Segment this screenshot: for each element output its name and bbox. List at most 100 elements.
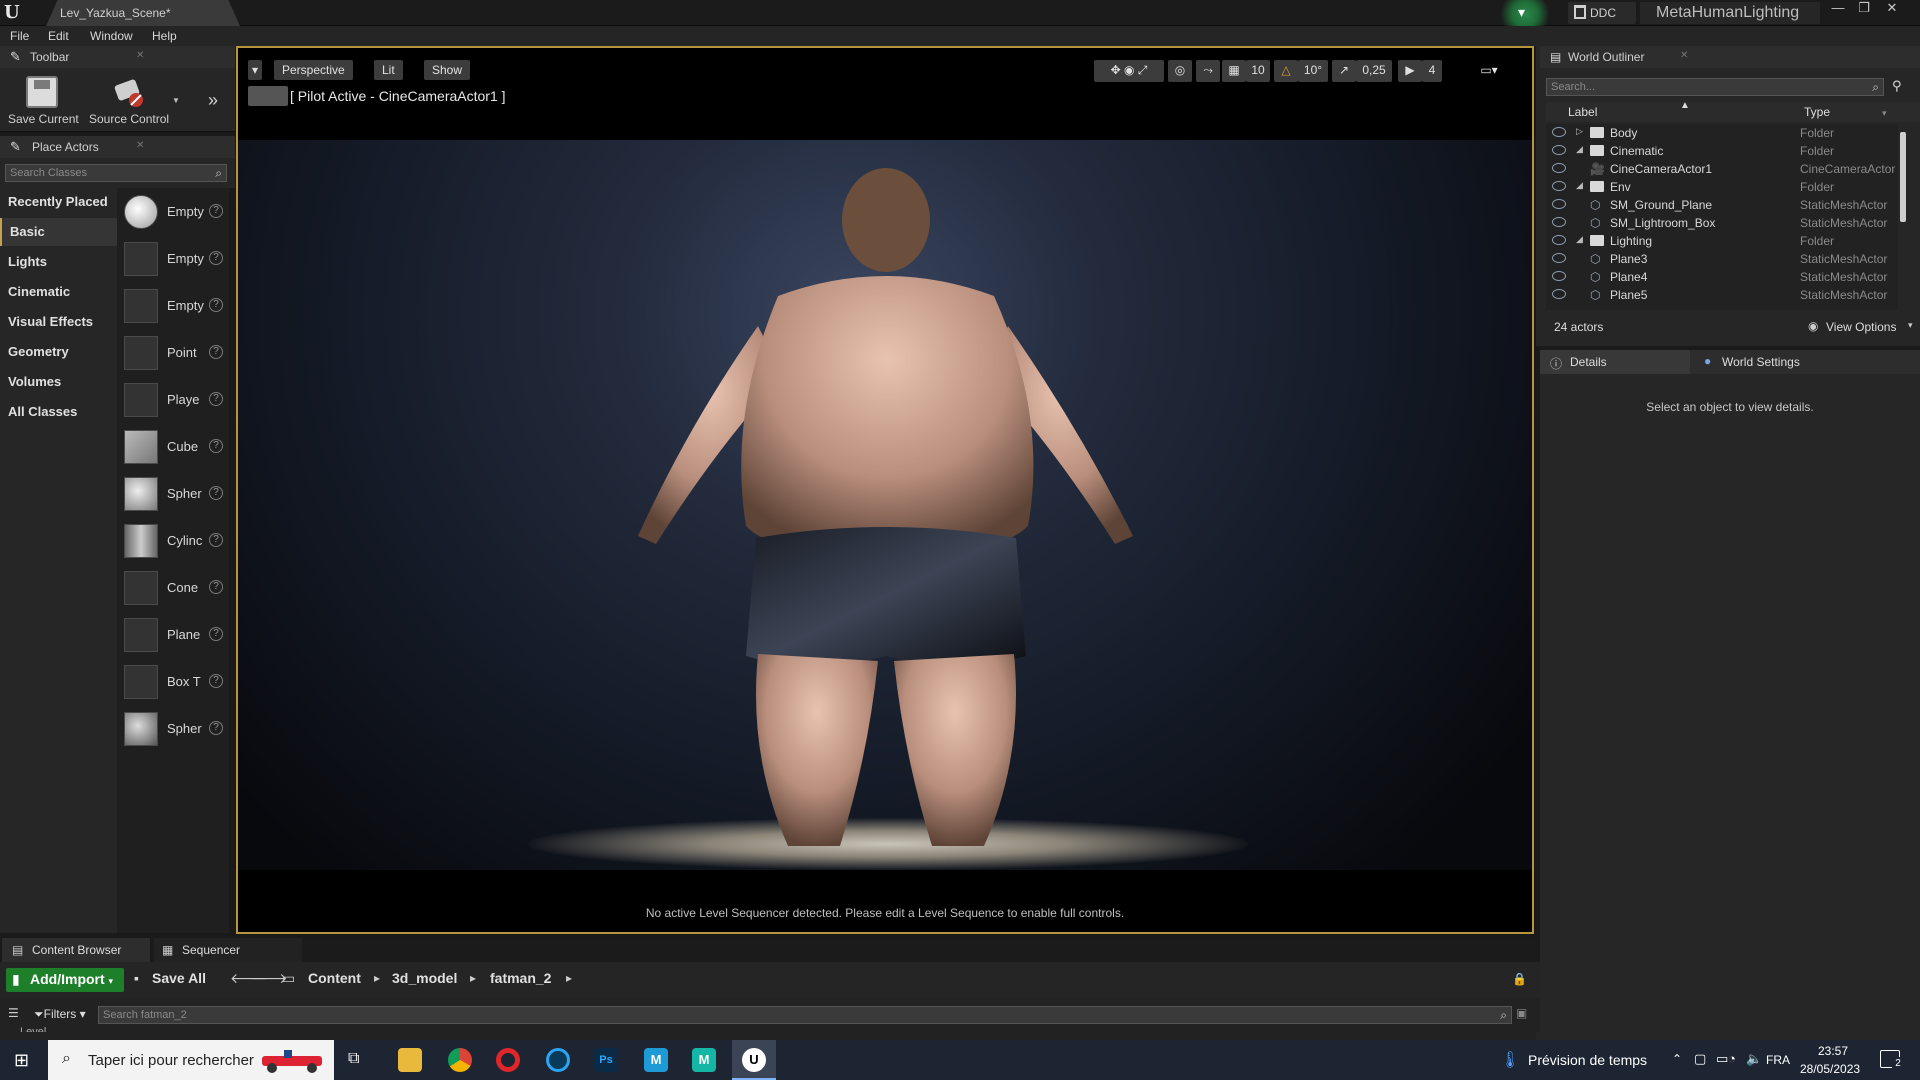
rotation-snap-icon[interactable]: △	[1274, 60, 1298, 82]
world-outliner-tab[interactable]: ▤ World Outliner ✕	[1540, 46, 1920, 68]
category-volumes[interactable]: Volumes	[0, 368, 117, 396]
category-basic[interactable]: Basic	[0, 218, 117, 246]
visibility-eye-icon[interactable]	[1552, 217, 1566, 227]
help-icon[interactable]: ?	[209, 674, 223, 688]
outliner-row[interactable]: 🎥 CineCameraActor1 CineCameraActor	[1546, 160, 1898, 178]
tab-details[interactable]: ⓘ Details	[1540, 350, 1690, 374]
actor-item-empty-pawn[interactable]: Empty ?	[117, 286, 229, 326]
chevron-down-icon[interactable]: ▾	[1908, 320, 1913, 331]
help-icon[interactable]: ?	[209, 533, 223, 547]
lock-icon[interactable]: 🔒	[1512, 972, 1527, 986]
marvelous-icon[interactable]: M	[692, 1048, 716, 1072]
close-icon[interactable]: ✕	[1880, 0, 1904, 16]
help-icon[interactable]: ?	[209, 251, 223, 265]
close-tab-icon[interactable]: ✕	[136, 140, 144, 151]
breadcrumb-separator-icon[interactable]: ▸	[470, 971, 476, 985]
category-lights[interactable]: Lights	[0, 248, 117, 276]
volume-icon[interactable]: 🔈	[1746, 1051, 1762, 1067]
category-geometry[interactable]: Geometry	[0, 338, 117, 366]
ccleaner-icon[interactable]	[546, 1048, 570, 1072]
viewport-options-dropdown[interactable]: ▾	[248, 60, 263, 80]
search-classes-input[interactable]	[10, 166, 200, 180]
outliner-row[interactable]: ◢ Lighting Folder	[1546, 232, 1898, 250]
category-visual-effects[interactable]: Visual Effects	[0, 308, 117, 336]
content-search-input[interactable]	[103, 1008, 1483, 1022]
photoshop-icon[interactable]: Ps	[594, 1048, 618, 1072]
windows-start-icon[interactable]: ⊞	[14, 1050, 29, 1071]
pin-icon[interactable]: ⚲	[1892, 78, 1902, 94]
column-type[interactable]: Type	[1804, 105, 1830, 119]
outliner-row[interactable]: ▷ Body Folder	[1546, 124, 1898, 142]
tray-chevron-up-icon[interactable]: ⌃	[1672, 1052, 1682, 1066]
eject-pilot-icon[interactable]	[248, 86, 288, 106]
outliner-row[interactable]: ⬡ Plane5 StaticMeshActor	[1546, 286, 1898, 304]
breadcrumb-content[interactable]: Content	[308, 970, 361, 986]
chevron-down-icon[interactable]: ▾	[1882, 108, 1887, 119]
save-search-icon[interactable]: ▣	[1516, 1006, 1527, 1020]
help-icon[interactable]: ?	[209, 721, 223, 735]
help-icon[interactable]: ?	[209, 204, 223, 218]
chevron-down-icon[interactable]: ▼	[172, 96, 180, 105]
perspective-button[interactable]: Perspective	[274, 60, 353, 80]
grid-snap-icon[interactable]: ▦	[1222, 60, 1246, 82]
actor-item-plane[interactable]: Plane ?	[117, 615, 229, 655]
help-icon[interactable]: ?	[209, 627, 223, 641]
outliner-search-field[interactable]: ⌕	[1546, 78, 1884, 96]
actor-item-player-start[interactable]: Playe ?	[117, 380, 229, 420]
breadcrumb-separator-icon[interactable]: ▸	[374, 971, 380, 985]
camera-speed-value[interactable]: 4	[1422, 60, 1442, 82]
visibility-eye-icon[interactable]	[1552, 163, 1566, 173]
menu-window[interactable]: Window	[90, 29, 133, 43]
collapse-arrow-icon[interactable]: ◢	[1576, 144, 1583, 155]
help-icon[interactable]: ?	[209, 439, 223, 453]
category-recently-placed[interactable]: Recently Placed	[0, 188, 117, 216]
help-icon[interactable]: ?	[209, 298, 223, 312]
save-icon[interactable]	[26, 76, 58, 108]
tab-content-browser[interactable]: ▤ Content Browser	[2, 938, 150, 962]
taskbar-search[interactable]: ⌕ Taper ici pour rechercher	[48, 1040, 334, 1080]
language-indicator[interactable]: FRA	[1766, 1053, 1790, 1067]
expand-arrow-icon[interactable]: ▷	[1576, 126, 1583, 137]
outliner-row[interactable]: ⬡ Plane4 StaticMeshActor	[1546, 268, 1898, 286]
actor-item-cone[interactable]: Cone ?	[117, 568, 229, 608]
actor-item-sphere-trigger[interactable]: Spher ?	[117, 709, 229, 749]
source-control-icon[interactable]	[112, 76, 146, 108]
minimize-icon[interactable]: —	[1826, 0, 1850, 16]
file-explorer-icon[interactable]	[398, 1048, 422, 1072]
breadcrumb-separator-icon[interactable]: ▸	[566, 971, 572, 985]
collapse-arrow-icon[interactable]: ◢	[1576, 234, 1583, 245]
add-import-button[interactable]: ▮ Add/Import ▾	[6, 968, 124, 992]
actor-item-empty-character[interactable]: Empty ?	[117, 239, 229, 279]
visibility-eye-icon[interactable]	[1552, 199, 1566, 209]
actor-item-cylinder[interactable]: Cylinc ?	[117, 521, 229, 561]
transform-tools[interactable]: ✥ ◉ ⤢	[1094, 60, 1164, 82]
tab-world-settings[interactable]: ● World Settings	[1696, 350, 1876, 374]
category-cinematic[interactable]: Cinematic	[0, 278, 117, 306]
clock-time[interactable]: 23:57	[1818, 1044, 1848, 1058]
layout-icon[interactable]: ▭▾	[1466, 60, 1512, 82]
chrome-icon[interactable]	[448, 1048, 472, 1072]
world-local-icon[interactable]: ◎	[1168, 60, 1192, 82]
visibility-eye-icon[interactable]	[1552, 145, 1566, 155]
outliner-row[interactable]: ⬡ Plane3 StaticMeshActor	[1546, 250, 1898, 268]
visibility-eye-icon[interactable]	[1552, 235, 1566, 245]
breadcrumb-fatman-2[interactable]: fatman_2	[490, 970, 551, 986]
help-icon[interactable]: ?	[209, 345, 223, 359]
place-actors-tab[interactable]: ✎ Place Actors ✕	[0, 136, 235, 158]
unreal-taskbar-button[interactable]: U	[732, 1040, 776, 1080]
filters-button[interactable]: ⏷Filters ▾	[34, 1007, 86, 1022]
view-options-button[interactable]: View Options	[1826, 320, 1896, 334]
help-icon[interactable]: ?	[209, 580, 223, 594]
outliner-row[interactable]: ⬡ SM_Ground_Plane StaticMeshActor	[1546, 196, 1898, 214]
camera-speed-icon[interactable]: ▶	[1398, 60, 1422, 82]
actor-item-box-trigger[interactable]: Box T ?	[117, 662, 229, 702]
expand-toolbar-icon[interactable]: »	[208, 90, 218, 111]
source-control-label[interactable]: Source Control	[89, 112, 169, 126]
visibility-eye-icon[interactable]	[1552, 289, 1566, 299]
outliner-row[interactable]: ⬡ SM_Lightroom_Box StaticMeshActor	[1546, 214, 1898, 232]
menu-help[interactable]: Help	[152, 29, 177, 43]
visibility-eye-icon[interactable]	[1552, 253, 1566, 263]
menu-edit[interactable]: Edit	[48, 29, 69, 43]
rotation-snap-value[interactable]: 10°	[1298, 60, 1328, 82]
visibility-eye-icon[interactable]	[1552, 127, 1566, 137]
